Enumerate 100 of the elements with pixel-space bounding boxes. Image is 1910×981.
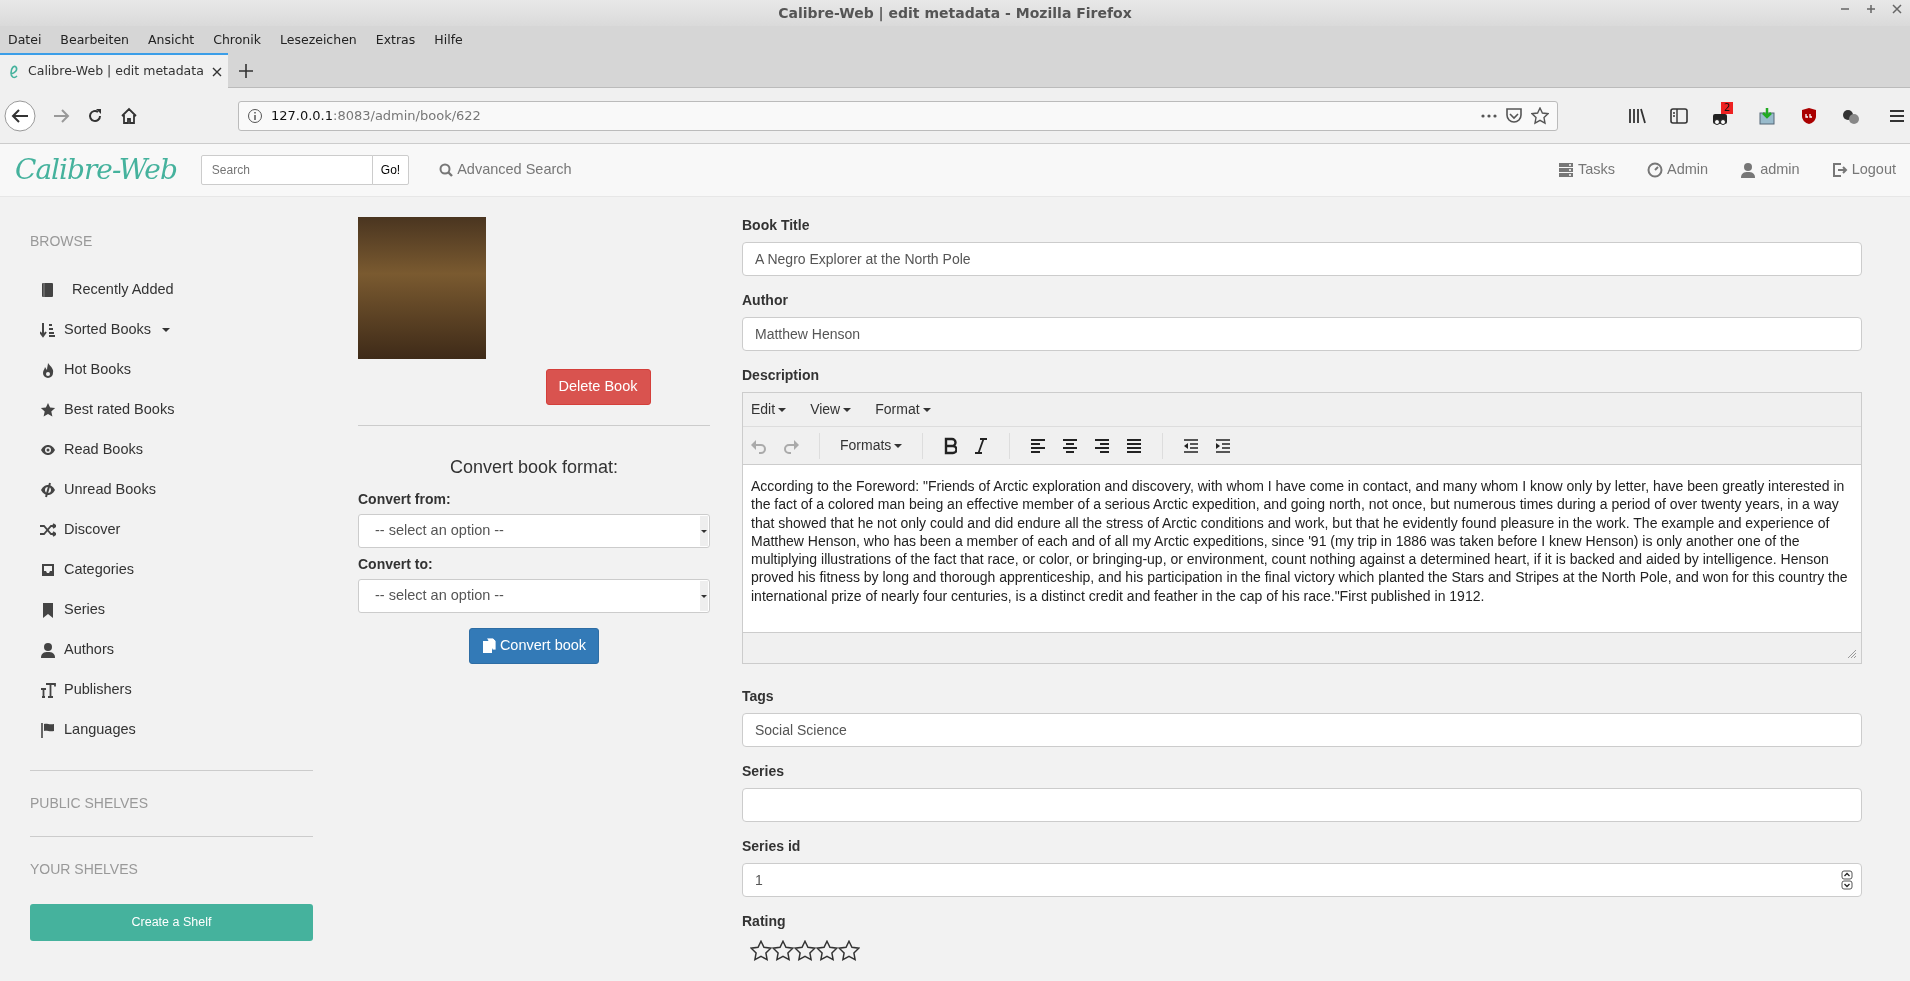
spinner-icon[interactable] <box>1841 870 1853 890</box>
shield-icon[interactable] <box>1800 106 1818 125</box>
select-field[interactable]: -- select an option -- <box>358 578 710 613</box>
back-icon[interactable] <box>4 99 36 132</box>
field-label: Tags <box>742 687 775 706</box>
go-button[interactable]: Go! <box>371 155 410 185</box>
field-label: Rating <box>742 912 787 931</box>
search-field[interactable]: Search <box>200 155 373 185</box>
new-tab-icon[interactable] <box>239 63 253 78</box>
bookmark-icon <box>40 602 56 618</box>
star-icon[interactable] <box>838 940 860 962</box>
number-field[interactable]: 1 <box>742 863 1862 897</box>
menu-item[interactable]: Ansicht <box>148 30 195 50</box>
sidebar-link[interactable]: Categories <box>30 550 313 590</box>
sidebar-link[interactable]: Recently Added <box>30 270 313 310</box>
convert-heading: Convert book format: <box>448 455 620 479</box>
sidebar-link[interactable]: Unread Books <box>30 470 313 510</box>
sidebar-link[interactable]: Authors <box>30 630 313 670</box>
text-field[interactable]: Social Science <box>742 713 1862 747</box>
star-icon[interactable] <box>816 940 838 962</box>
sidebar-link[interactable]: Series <box>30 590 313 630</box>
inbox-icon <box>40 562 56 578</box>
shuffle-icon <box>40 522 56 538</box>
convert-book-button[interactable]: Convert book <box>468 627 600 664</box>
nav-link[interactable]: Logout <box>1831 159 1896 181</box>
formats-dropdown[interactable]: Formats <box>840 435 903 456</box>
field-label: Book Title <box>742 216 811 235</box>
star-icon[interactable] <box>772 940 794 962</box>
align-right-icon[interactable] <box>1094 437 1111 454</box>
sidebar-link[interactable]: Publishers <box>30 670 313 710</box>
search-icon <box>439 163 454 177</box>
align-justify-icon[interactable] <box>1126 437 1143 454</box>
window-title: Calibre-Web | edit metadata - Mozilla Firefox <box>778 3 1132 24</box>
copy-icon <box>481 637 496 654</box>
browser-tab[interactable]: Calibre-Web | edit metadata <box>0 53 228 88</box>
reload-icon[interactable] <box>86 106 104 125</box>
field-label: Convert to: <box>358 554 434 574</box>
section-heading: YOUR SHELVES <box>30 860 139 879</box>
dashboard-icon <box>1647 162 1664 178</box>
bold-icon[interactable] <box>943 436 958 455</box>
eye-icon <box>40 442 56 458</box>
eye-slash-icon <box>40 482 56 498</box>
close-icon[interactable] <box>211 66 222 77</box>
outdent-icon[interactable] <box>1183 437 1200 454</box>
download-icon[interactable] <box>1758 106 1776 125</box>
menu-item[interactable]: Datei <box>8 30 42 50</box>
sidebar-link[interactable]: Languages <box>30 710 313 750</box>
description-text[interactable]: According to the Foreword: "Friends of Arctic exploration and discovery, with whom I have come in contact, and many whom I know only by letter, have been greatly interested in the fact of a colored man being an effective member of a serious Arctic expedition, and going north, not once, but numerous times during a period of over twenty years, in a way that showed that he not only could and did endure all the stress of Arctic conditions and work, but that he evidently found pleasure in the work. The example and experience of Matthew Henson, who has been a member of each and of all my Arctic expeditions, since '91 (my trip in 1886 was taken before I knew Henson) is only another one of the multiplying illustrations of the fact that race, or color, or bringing-up, or environment, count nothing against a determined heart, if it is backed and aided by intelligence. Henson proved his fitness by long and thorough apprenticeship, and his participation in the final victory which planted the Stars and Stripes at the North Pole, and won for this country the international prize of nearly four centuries, is a distinct credit and feather in the cap of his race."First published in 1912. <box>743 465 1861 633</box>
menu-item[interactable]: Bearbeiten <box>60 30 130 50</box>
editor-menu[interactable]: Edit <box>751 399 787 420</box>
nav-link[interactable]: Admin <box>1647 159 1709 181</box>
sidebar-link[interactable]: Best rated Books <box>30 390 313 430</box>
url-text: 127.0.0.1:8083/admin/book/622 <box>271 106 482 125</box>
page-logo-icon <box>8 63 20 80</box>
nav-link[interactable]: Tasks <box>1557 159 1616 181</box>
sidebar-link[interactable]: Discover <box>30 510 313 550</box>
sidebar-link[interactable]: Sorted Books <box>30 310 313 350</box>
logout-icon <box>1831 162 1848 178</box>
italic-icon[interactable] <box>973 436 990 455</box>
sidebar-link[interactable]: Read Books <box>30 430 313 470</box>
maximize-icon[interactable] <box>1866 4 1876 14</box>
book-icon <box>40 282 56 298</box>
info-icon <box>247 107 263 124</box>
menu-item[interactable]: Lesezeichen <box>280 30 357 50</box>
section-heading: PUBLIC SHELVES <box>30 794 149 813</box>
text-field[interactable]: A Negro Explorer at the North Pole <box>742 242 1862 276</box>
fire-icon <box>40 362 56 378</box>
library-icon[interactable] <box>1628 106 1646 125</box>
text-field[interactable]: Matthew Henson <box>742 317 1862 351</box>
sidebar-icon[interactable] <box>1670 106 1688 125</box>
home-icon[interactable] <box>120 106 138 125</box>
star-icon[interactable] <box>1531 106 1549 125</box>
editor-menu[interactable]: View <box>810 399 852 420</box>
menu-item[interactable]: Hilfe <box>434 30 463 50</box>
nav-link[interactable]: admin <box>1740 159 1800 181</box>
pocket-icon[interactable] <box>1505 107 1523 124</box>
tasks-icon <box>1557 162 1574 178</box>
delete-book-button[interactable]: Delete Book <box>545 369 651 405</box>
sidebar-link[interactable]: Hot Books <box>30 350 313 390</box>
menu-item[interactable]: Extras <box>375 30 416 50</box>
caret-icon <box>843 408 852 413</box>
resize-handle-icon[interactable] <box>1847 649 1857 659</box>
text-field[interactable] <box>742 788 1862 822</box>
select-field[interactable]: -- select an option -- <box>358 513 710 548</box>
editor-menu[interactable]: Format <box>875 399 931 420</box>
align-center-icon[interactable] <box>1062 437 1079 454</box>
user-icon <box>1740 162 1757 178</box>
indent-icon[interactable] <box>1215 437 1232 454</box>
sort-icon <box>40 322 56 338</box>
field-label: Description <box>742 366 820 385</box>
caret-icon <box>894 444 903 449</box>
menu-item[interactable]: Chronik <box>213 30 261 50</box>
advanced-search-link[interactable]: Advanced Search <box>439 159 572 181</box>
address-bar[interactable]: 127.0.0.1:8083/admin/book/622 <box>238 100 1558 131</box>
text-size-icon <box>40 682 56 698</box>
align-left-icon[interactable] <box>1030 437 1047 454</box>
flag-icon <box>40 722 56 738</box>
star-icon[interactable] <box>794 940 816 962</box>
star-icon[interactable] <box>750 940 772 962</box>
field-label: Author <box>742 291 789 310</box>
